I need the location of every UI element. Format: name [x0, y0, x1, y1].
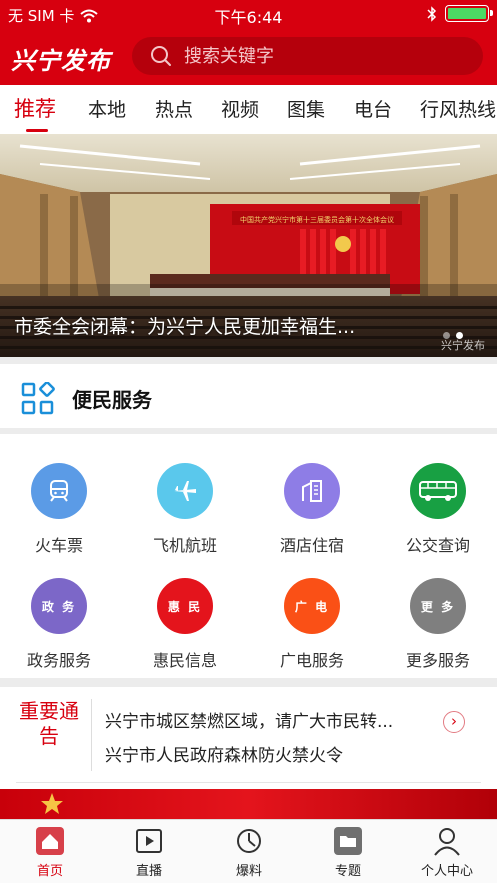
tab-label: 专题	[334, 864, 361, 879]
search-input[interactable]	[184, 45, 464, 67]
tab-hot[interactable]: 热点	[155, 95, 193, 122]
banner-watermark: 兴宁发布	[441, 339, 485, 352]
tab-recommend[interactable]: 推荐	[14, 93, 56, 123]
banner-caption: 市委全会闭幕：为兴宁人民更加幸福生...	[14, 316, 356, 338]
bus-icon	[410, 463, 466, 519]
active-tab-indicator	[26, 129, 48, 132]
category-tabs: 推荐 本地 热点 视频 图集 电台 行风热线	[0, 85, 497, 134]
services-grid: 火车票 飞机航班 酒店住宿 公交查询 政 务 政务服务 惠 民 惠民信息 广 电…	[0, 434, 497, 678]
chevron-right-icon[interactable]: ›	[443, 711, 465, 733]
news-banner[interactable]: 中国共产党兴宁市第十三届委员会第十次全体会议 市委全会闭幕：为兴宁人民更加幸福生…	[0, 134, 497, 357]
battery-icon	[445, 5, 493, 22]
tab-gallery[interactable]: 图集	[287, 95, 325, 122]
status-right	[427, 5, 493, 22]
tab-radio[interactable]: 电台	[354, 95, 392, 122]
service-hotel[interactable]: 酒店住宿	[250, 463, 374, 556]
bluetooth-icon	[427, 5, 437, 22]
services-header: 便民服务	[0, 364, 497, 428]
service-broadcast[interactable]: 广 电 广电服务	[250, 578, 374, 671]
home-icon	[35, 826, 65, 856]
tab-label: 爆料	[235, 864, 262, 879]
user-icon	[432, 826, 462, 856]
divider	[16, 782, 481, 783]
search-bar[interactable]	[132, 37, 483, 75]
service-government[interactable]: 政 务 政务服务	[0, 578, 121, 671]
tab-label: 直播	[135, 864, 162, 879]
hotel-icon	[284, 463, 340, 519]
report-icon	[234, 826, 264, 856]
service-label: 惠民信息	[152, 651, 217, 670]
notice-item[interactable]: 兴宁市人民政府森林防火禁火令	[105, 741, 343, 766]
tab-live[interactable]: 直播	[99, 826, 199, 879]
search-icon	[151, 46, 171, 66]
more-icon: 更 多	[410, 578, 466, 634]
bottom-tabbar: 首页 直播 爆料 专题 个人中心	[0, 819, 497, 883]
tab-local[interactable]: 本地	[88, 95, 126, 122]
grid-apps-icon	[21, 382, 55, 415]
service-label: 公交查询	[405, 536, 470, 555]
live-play-icon	[134, 826, 164, 856]
service-flight[interactable]: 飞机航班	[123, 463, 247, 556]
services-title: 便民服务	[72, 388, 152, 412]
service-label: 更多服务	[405, 651, 470, 670]
section-divider	[0, 678, 497, 687]
tab-hotline[interactable]: 行风热线	[420, 95, 496, 122]
service-benefit[interactable]: 惠 民 惠民信息	[123, 578, 247, 671]
service-label: 火车票	[34, 536, 83, 555]
tab-video[interactable]: 视频	[221, 95, 259, 122]
status-time: 下午6:44	[214, 8, 283, 27]
topic-folder-icon	[333, 826, 363, 856]
promo-strip[interactable]	[0, 789, 497, 819]
government-icon: 政 务	[31, 578, 87, 634]
notice-item[interactable]: 兴宁市城区禁燃区域，请广大市民转...	[105, 707, 393, 732]
stage-banner-text: 中国共产党兴宁市第十三届委员会第十次全体会议	[240, 215, 394, 224]
notice-tag: 重要通告	[19, 699, 79, 748]
tab-home[interactable]: 首页	[0, 826, 100, 879]
service-label: 广电服务	[279, 651, 344, 670]
train-icon	[31, 463, 87, 519]
tab-topic[interactable]: 专题	[298, 826, 398, 879]
status-bar: 无 SIM 卡 下午6:44	[0, 0, 497, 28]
tab-report[interactable]: 爆料	[199, 826, 299, 879]
benefit-icon: 惠 民	[157, 578, 213, 634]
service-train[interactable]: 火车票	[0, 463, 121, 556]
notice-separator	[91, 699, 92, 771]
tab-profile[interactable]: 个人中心	[397, 826, 497, 879]
service-bus[interactable]: 公交查询	[376, 463, 497, 556]
app-logo: 兴宁发布	[11, 46, 111, 75]
airplane-icon	[157, 463, 213, 519]
tab-label: 个人中心	[420, 864, 473, 879]
broadcast-icon: 广 电	[284, 578, 340, 634]
app-header: 兴宁发布	[0, 28, 497, 85]
star-emblem-icon	[41, 793, 63, 814]
service-label: 政务服务	[26, 651, 91, 670]
section-divider	[0, 357, 497, 364]
tab-label: 首页	[36, 864, 63, 879]
service-label: 飞机航班	[152, 536, 217, 555]
notice-panel: 重要通告 兴宁市城区禁燃区域，请广大市民转... 兴宁市人民政府森林防火禁火令 …	[0, 687, 497, 783]
service-more[interactable]: 更 多 更多服务	[376, 578, 497, 671]
service-label: 酒店住宿	[279, 536, 344, 555]
